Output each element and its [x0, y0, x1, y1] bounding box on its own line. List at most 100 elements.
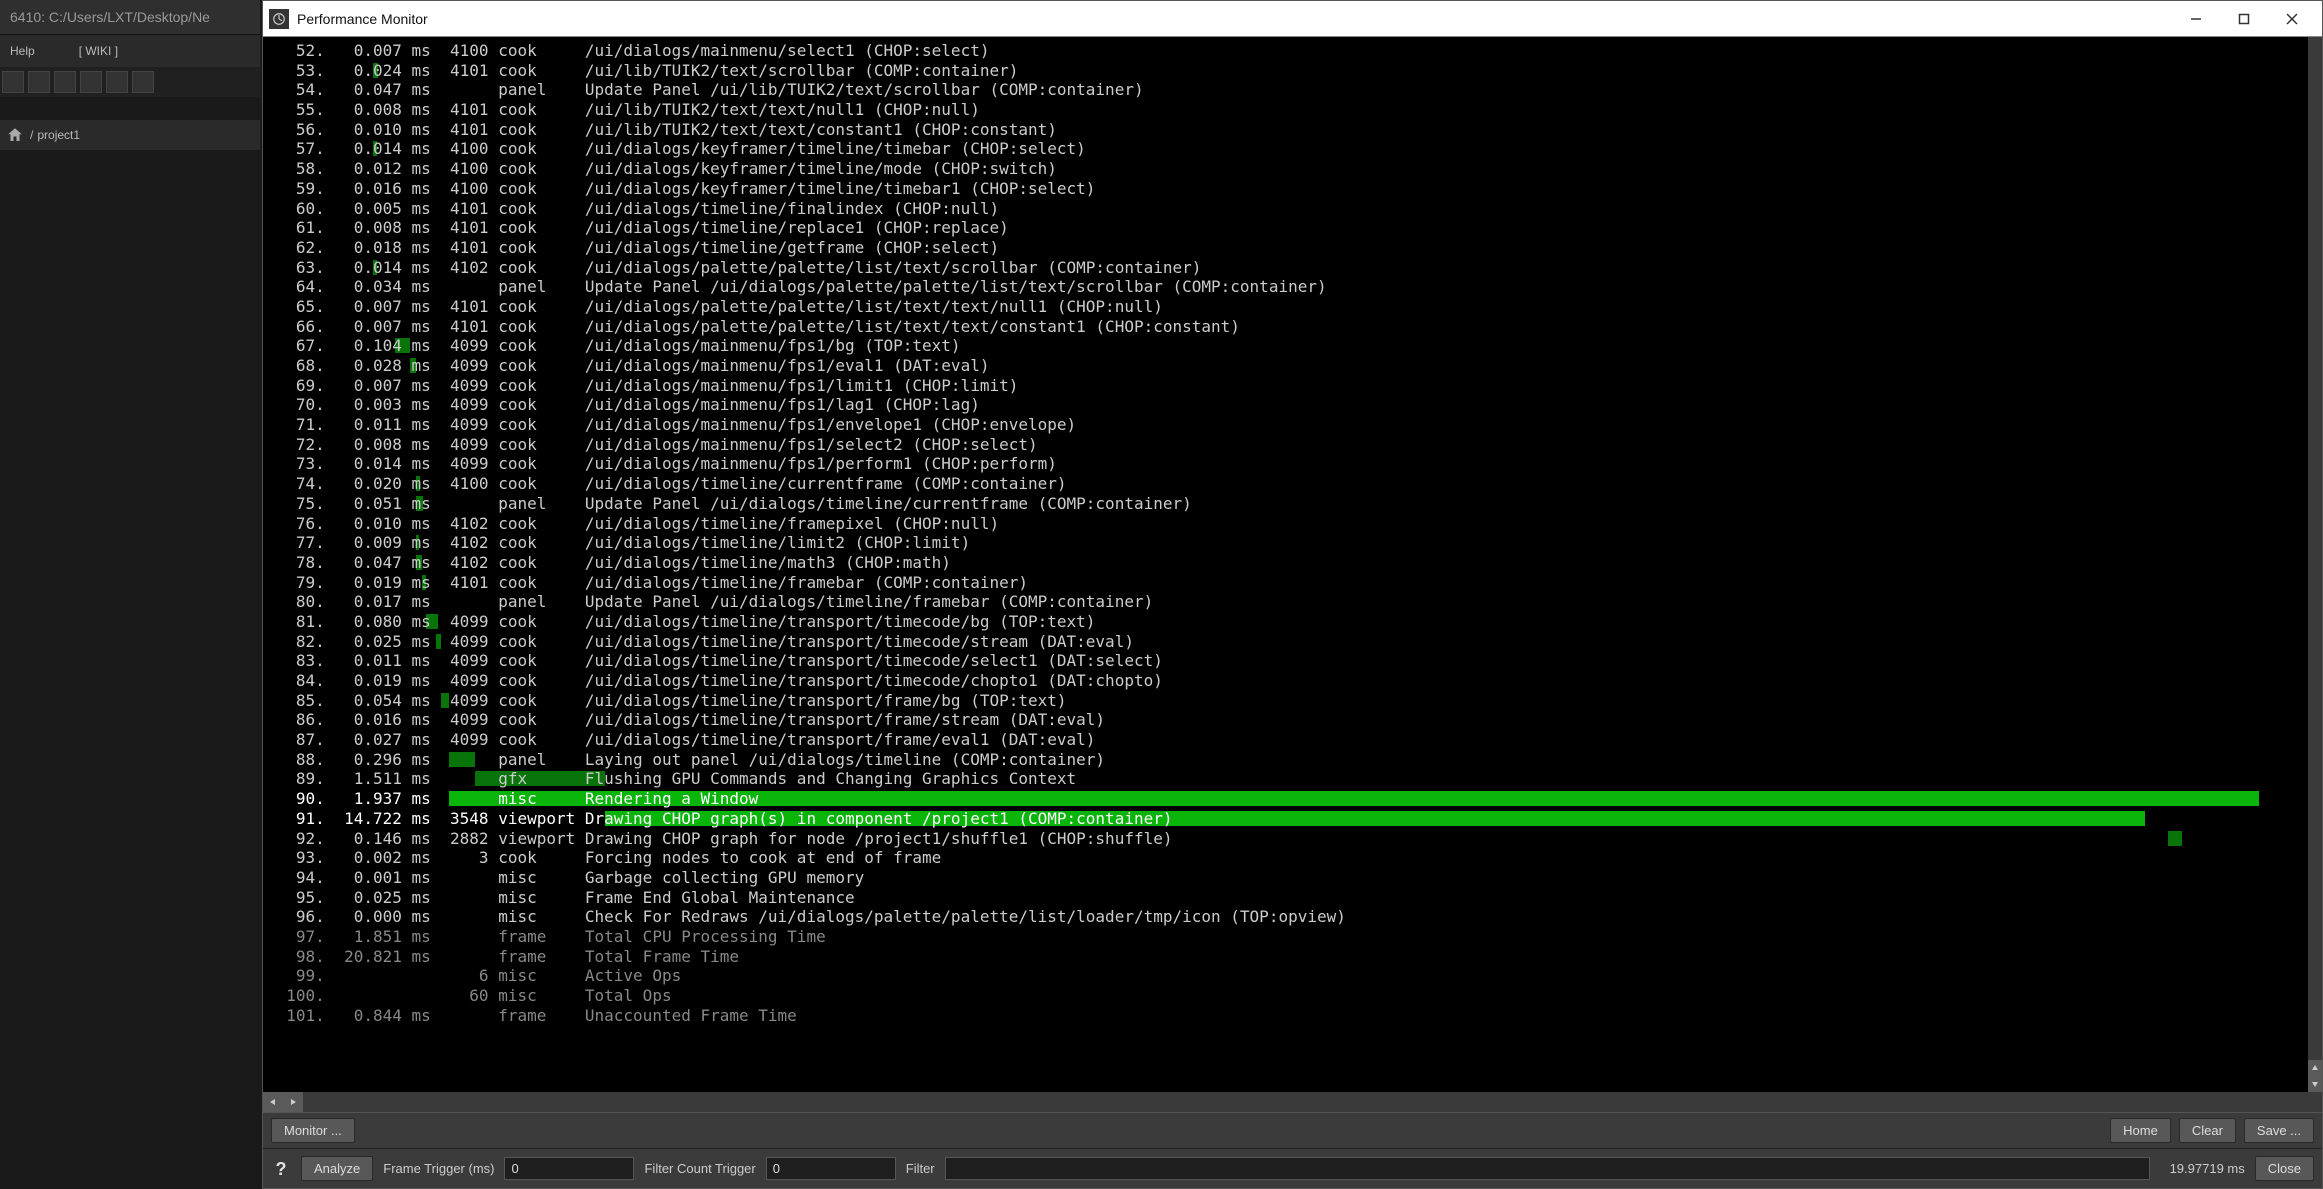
horizontal-scrollbar[interactable]: [263, 1092, 2322, 1112]
log-row[interactable]: 60. 0.005 ms 4101 cook /ui/dialogs/timel…: [267, 199, 2314, 219]
log-row-text: 78. 0.047 ms 4102 cook /ui/dialogs/timel…: [267, 553, 951, 572]
perf-toolbar-2: ? Analyze Frame Trigger (ms) Filter Coun…: [263, 1148, 2322, 1188]
log-row-text: 95. 0.025 ms misc Frame End Global Maint…: [267, 888, 855, 907]
log-row[interactable]: 57. 0.014 ms 4100 cook /ui/dialogs/keyfr…: [267, 139, 2314, 159]
perf-log-view[interactable]: 52. 0.007 ms 4100 cook /ui/dialogs/mainm…: [263, 37, 2322, 1112]
log-row[interactable]: 53. 0.024 ms 4101 cook /ui/lib/TUIK2/tex…: [267, 61, 2314, 81]
log-row[interactable]: 77. 0.009 ms 4102 cook /ui/dialogs/timel…: [267, 533, 2314, 553]
log-row[interactable]: 92. 0.146 ms 2882 viewport Drawing CHOP …: [267, 829, 2314, 849]
analyze-button[interactable]: Analyze: [301, 1156, 373, 1181]
filter-input[interactable]: [945, 1157, 2150, 1180]
log-row[interactable]: 79. 0.019 ms 4101 cook /ui/dialogs/timel…: [267, 573, 2314, 593]
log-row[interactable]: 74. 0.020 ms 4100 cook /ui/dialogs/timel…: [267, 474, 2314, 494]
log-row[interactable]: 75. 0.051 ms panel Update Panel /ui/dial…: [267, 494, 2314, 514]
log-row-text: 76. 0.010 ms 4102 cook /ui/dialogs/timel…: [267, 514, 999, 533]
log-row[interactable]: 65. 0.007 ms 4101 cook /ui/dialogs/palet…: [267, 297, 2314, 317]
log-row[interactable]: 82. 0.025 ms 4099 cook /ui/dialogs/timel…: [267, 632, 2314, 652]
monitor-button[interactable]: Monitor ...: [271, 1118, 355, 1143]
log-row[interactable]: 71. 0.011 ms 4099 cook /ui/dialogs/mainm…: [267, 415, 2314, 435]
log-row[interactable]: 55. 0.008 ms 4101 cook /ui/lib/TUIK2/tex…: [267, 100, 2314, 120]
log-row[interactable]: 68. 0.028 ms 4099 cook /ui/dialogs/mainm…: [267, 356, 2314, 376]
scroll-right-arrow-icon[interactable]: [283, 1092, 303, 1112]
log-row[interactable]: 100. 60 misc Total Ops: [267, 986, 2314, 1006]
log-row[interactable]: 98. 20.821 ms frame Total Frame Time: [267, 947, 2314, 967]
perf-titlebar[interactable]: Performance Monitor: [263, 1, 2322, 37]
log-row-text: 98. 20.821 ms frame Total Frame Time: [267, 947, 739, 966]
log-row[interactable]: 64. 0.034 ms panel Update Panel /ui/dial…: [267, 277, 2314, 297]
scrollbar-track[interactable]: [303, 1092, 2322, 1112]
log-row[interactable]: 84. 0.019 ms 4099 cook /ui/dialogs/timel…: [267, 671, 2314, 691]
save-button[interactable]: Save ...: [2244, 1118, 2314, 1143]
log-row[interactable]: 63. 0.014 ms 4102 cook /ui/dialogs/palet…: [267, 258, 2314, 278]
log-row-text: 67. 0.104 ms 4099 cook /ui/dialogs/mainm…: [267, 336, 961, 355]
log-row[interactable]: 67. 0.104 ms 4099 cook /ui/dialogs/mainm…: [267, 336, 2314, 356]
log-row[interactable]: 80. 0.017 ms panel Update Panel /ui/dial…: [267, 592, 2314, 612]
palette-tab[interactable]: [54, 71, 76, 93]
palette-tab[interactable]: [106, 71, 128, 93]
log-row[interactable]: 89. 1.511 ms gfx Flushing GPU Commands a…: [267, 769, 2314, 789]
home-icon[interactable]: [6, 126, 24, 144]
scroll-left-arrow-icon[interactable]: [263, 1092, 283, 1112]
performance-monitor-window: Performance Monitor 52. 0.007 ms 4100 co…: [262, 0, 2323, 1189]
palette-tab[interactable]: [28, 71, 50, 93]
log-row[interactable]: 59. 0.016 ms 4100 cook /ui/dialogs/keyfr…: [267, 179, 2314, 199]
log-row[interactable]: 101. 0.844 ms frame Unaccounted Frame Ti…: [267, 1006, 2314, 1026]
log-row-text: 70. 0.003 ms 4099 cook /ui/dialogs/mainm…: [267, 395, 980, 414]
log-row[interactable]: 70. 0.003 ms 4099 cook /ui/dialogs/mainm…: [267, 395, 2314, 415]
log-row[interactable]: 91. 14.722 ms 3548 viewport Drawing CHOP…: [267, 809, 2314, 829]
scroll-down-arrow-icon[interactable]: [2308, 1076, 2322, 1092]
palette-tab[interactable]: [80, 71, 102, 93]
palette-tab[interactable]: [2, 71, 24, 93]
log-row[interactable]: 83. 0.011 ms 4099 cook /ui/dialogs/timel…: [267, 651, 2314, 671]
filter-label: Filter: [906, 1161, 935, 1176]
log-row-text: 82. 0.025 ms 4099 cook /ui/dialogs/timel…: [267, 632, 1134, 651]
log-row[interactable]: 90. 1.937 ms misc Rendering a Window: [267, 789, 2314, 809]
log-row[interactable]: 52. 0.007 ms 4100 cook /ui/dialogs/mainm…: [267, 41, 2314, 61]
log-row[interactable]: 94. 0.001 ms misc Garbage collecting GPU…: [267, 868, 2314, 888]
log-row[interactable]: 88. 0.296 ms panel Laying out panel /ui/…: [267, 750, 2314, 770]
log-row-text: 74. 0.020 ms 4100 cook /ui/dialogs/timel…: [267, 474, 1067, 493]
log-row[interactable]: 81. 0.080 ms 4099 cook /ui/dialogs/timel…: [267, 612, 2314, 632]
minimize-button[interactable]: [2172, 5, 2220, 33]
log-row-text: 87. 0.027 ms 4099 cook /ui/dialogs/timel…: [267, 730, 1095, 749]
log-row[interactable]: 87. 0.027 ms 4099 cook /ui/dialogs/timel…: [267, 730, 2314, 750]
log-row[interactable]: 73. 0.014 ms 4099 cook /ui/dialogs/mainm…: [267, 454, 2314, 474]
home-button[interactable]: Home: [2110, 1118, 2171, 1143]
clear-button[interactable]: Clear: [2179, 1118, 2236, 1143]
log-row[interactable]: 72. 0.008 ms 4099 cook /ui/dialogs/mainm…: [267, 435, 2314, 455]
log-row-text: 62. 0.018 ms 4101 cook /ui/dialogs/timel…: [267, 238, 999, 257]
host-menu-help[interactable]: Help: [0, 40, 45, 62]
help-icon[interactable]: ?: [271, 1159, 291, 1179]
log-row-text: 85. 0.054 ms 4099 cook /ui/dialogs/timel…: [267, 691, 1067, 710]
log-row[interactable]: 58. 0.012 ms 4100 cook /ui/dialogs/keyfr…: [267, 159, 2314, 179]
close-window-button[interactable]: [2268, 5, 2316, 33]
host-menu-wiki[interactable]: [ WIKI ]: [69, 40, 128, 62]
log-row[interactable]: 56. 0.010 ms 4101 cook /ui/lib/TUIK2/tex…: [267, 120, 2314, 140]
path-project[interactable]: project1: [37, 128, 80, 142]
log-row[interactable]: 93. 0.002 ms 3 cook Forcing nodes to coo…: [267, 848, 2314, 868]
perf-app-icon: [269, 9, 289, 29]
log-row[interactable]: 69. 0.007 ms 4099 cook /ui/dialogs/mainm…: [267, 376, 2314, 396]
log-row-text: 79. 0.019 ms 4101 cook /ui/dialogs/timel…: [267, 573, 1028, 592]
log-row[interactable]: 96. 0.000 ms misc Check For Redraws /ui/…: [267, 907, 2314, 927]
maximize-button[interactable]: [2220, 5, 2268, 33]
log-row-text: 58. 0.012 ms 4100 cook /ui/dialogs/keyfr…: [267, 159, 1057, 178]
log-row[interactable]: 86. 0.016 ms 4099 cook /ui/dialogs/timel…: [267, 710, 2314, 730]
palette-tab[interactable]: [132, 71, 154, 93]
vertical-scrollbar[interactable]: [2308, 37, 2322, 1092]
close-button[interactable]: Close: [2255, 1156, 2314, 1181]
log-row[interactable]: 66. 0.007 ms 4101 cook /ui/dialogs/palet…: [267, 317, 2314, 337]
log-row[interactable]: 99. 6 misc Active Ops: [267, 966, 2314, 986]
log-row[interactable]: 54. 0.047 ms panel Update Panel /ui/lib/…: [267, 80, 2314, 100]
log-row[interactable]: 61. 0.008 ms 4101 cook /ui/dialogs/timel…: [267, 218, 2314, 238]
filter-count-input[interactable]: [766, 1157, 896, 1180]
log-row[interactable]: 62. 0.018 ms 4101 cook /ui/dialogs/timel…: [267, 238, 2314, 258]
host-path-bar[interactable]: / project1: [0, 120, 260, 150]
log-row[interactable]: 78. 0.047 ms 4102 cook /ui/dialogs/timel…: [267, 553, 2314, 573]
frame-trigger-input[interactable]: [504, 1157, 634, 1180]
log-row[interactable]: 95. 0.025 ms misc Frame End Global Maint…: [267, 888, 2314, 908]
log-row[interactable]: 85. 0.054 ms 4099 cook /ui/dialogs/timel…: [267, 691, 2314, 711]
scroll-up-arrow-icon[interactable]: [2308, 1060, 2322, 1076]
log-row[interactable]: 76. 0.010 ms 4102 cook /ui/dialogs/timel…: [267, 514, 2314, 534]
log-row[interactable]: 97. 1.851 ms frame Total CPU Processing …: [267, 927, 2314, 947]
